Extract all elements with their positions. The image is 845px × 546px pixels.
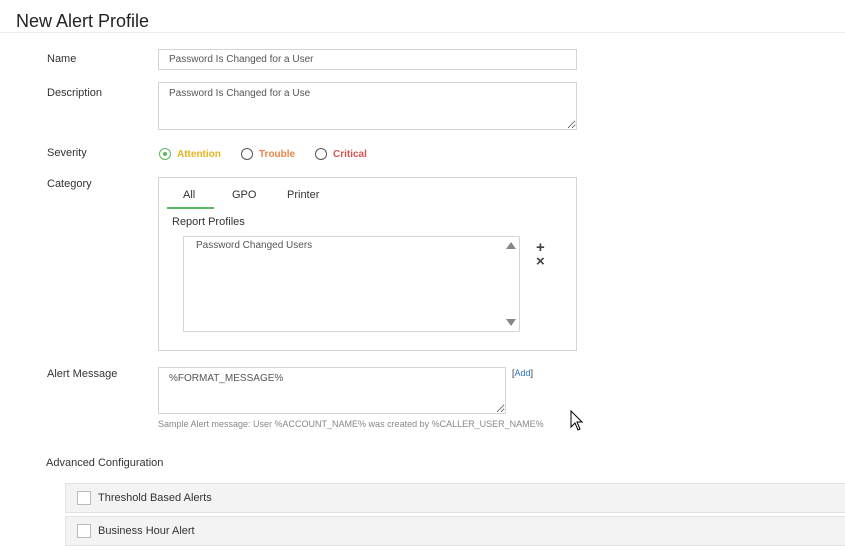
tab-printer[interactable]: Printer <box>287 189 319 201</box>
add-message-link[interactable]: Add <box>515 368 531 378</box>
list-item[interactable]: Password Changed Users <box>196 240 312 251</box>
radio-checked-icon[interactable] <box>159 148 171 160</box>
scroll-down-icon[interactable] <box>506 319 516 326</box>
business-hour-alert-row[interactable]: Business Hour Alert <box>65 516 845 546</box>
category-panel: All GPO Printer Report Profiles Password… <box>158 177 577 351</box>
mouse-cursor-icon <box>570 410 584 431</box>
severity-option-attention[interactable]: Attention <box>159 148 221 160</box>
threshold-alerts-label: Threshold Based Alerts <box>98 492 212 504</box>
page-title: New Alert Profile <box>16 11 150 31</box>
alert-message-textarea[interactable]: %FORMAT_MESSAGE% <box>158 367 506 414</box>
title-divider <box>0 32 845 33</box>
report-profiles-label: Report Profiles <box>172 216 245 228</box>
scroll-up-icon[interactable] <box>506 242 516 249</box>
radio-icon[interactable] <box>315 148 327 160</box>
alert-message-hint: Sample Alert message: User %ACCOUNT_NAME… <box>158 419 544 429</box>
report-profiles-listbox[interactable]: Password Changed Users <box>183 236 520 332</box>
active-tab-indicator <box>167 207 214 209</box>
business-hour-alert-label: Business Hour Alert <box>98 525 195 537</box>
description-textarea[interactable]: Password Is Changed for a Use <box>158 82 577 130</box>
advanced-config-title: Advanced Configuration <box>46 457 164 469</box>
tab-all[interactable]: All <box>183 189 195 201</box>
alert-message-label: Alert Message <box>47 368 118 380</box>
business-hour-alert-checkbox[interactable] <box>77 524 91 538</box>
listbox-scrollbar[interactable] <box>503 237 519 331</box>
category-label: Category <box>47 178 92 190</box>
threshold-alerts-row[interactable]: Threshold Based Alerts <box>65 483 845 513</box>
severity-critical-label: Critical <box>333 148 367 160</box>
name-input[interactable] <box>158 49 577 70</box>
description-label: Description <box>47 87 103 99</box>
severity-trouble-label: Trouble <box>259 148 296 160</box>
radio-icon[interactable] <box>241 148 253 160</box>
severity-option-critical[interactable]: Critical <box>315 148 367 160</box>
name-label: Name <box>47 53 77 65</box>
severity-option-trouble[interactable]: Trouble <box>241 148 295 160</box>
threshold-alerts-checkbox[interactable] <box>77 491 91 505</box>
severity-label: Severity <box>47 147 87 159</box>
remove-profile-icon[interactable]: × <box>536 254 545 269</box>
severity-attention-label: Attention <box>177 148 221 160</box>
add-link-wrapper: [Add] <box>512 368 534 378</box>
tab-gpo[interactable]: GPO <box>232 189 256 201</box>
